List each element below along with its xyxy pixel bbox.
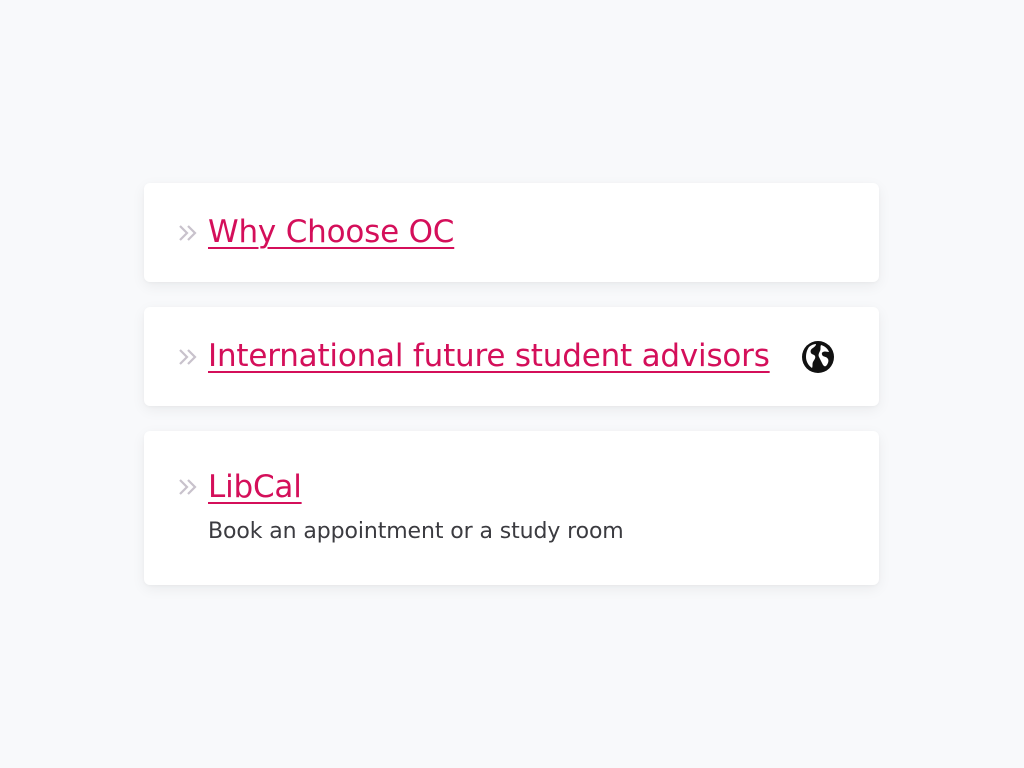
double-chevron-right-icon <box>179 225 197 241</box>
libcal-link[interactable]: LibCal <box>208 469 302 505</box>
why-choose-oc-link[interactable]: Why Choose OC <box>208 183 454 282</box>
double-chevron-right-icon <box>179 349 197 365</box>
international-future-student-advisors-link[interactable]: International future student advisors <box>208 307 770 406</box>
link-card-list: Why Choose OC International future stude… <box>144 183 879 610</box>
globe-icon <box>802 341 834 373</box>
link-card-libcal[interactable]: LibCal Book an appointment or a study ro… <box>144 431 879 585</box>
libcal-description: Book an appointment or a study room <box>208 519 624 544</box>
link-card-international-advisors[interactable]: International future student advisors <box>144 307 879 406</box>
link-card-why-choose-oc[interactable]: Why Choose OC <box>144 183 879 282</box>
double-chevron-right-icon <box>179 479 197 495</box>
